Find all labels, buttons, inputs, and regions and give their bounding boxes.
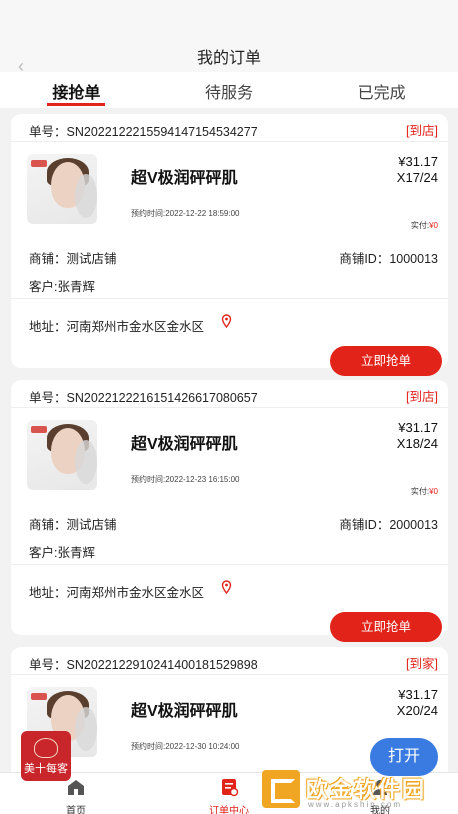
tabbar-label: 订单中心 <box>209 806 249 814</box>
service-type-tag: [到店] <box>406 390 438 404</box>
shop-id: 商铺ID：2000013 <box>339 518 438 532</box>
service-type-tag: [到店] <box>406 124 438 138</box>
product-quantity: X18/24 <box>396 436 438 451</box>
watermark-url: www.apkshin.com <box>308 800 403 809</box>
location-pin-icon[interactable] <box>221 580 232 594</box>
home-icon <box>68 780 84 795</box>
address: 地址：河南郑州市金水区金水区 <box>29 586 205 600</box>
location-pin-icon[interactable] <box>221 314 232 328</box>
order-list[interactable]: 单号：SN20221222155941471545342​77 [到店] 超V极… <box>0 108 458 772</box>
product-price: ¥31.17 <box>398 154 438 169</box>
tab-pending-service[interactable]: 待服务 <box>153 72 306 108</box>
paid-amount: 实付:¥0 <box>410 221 438 230</box>
brand-logo-icon <box>31 160 47 167</box>
address: 地址：河南郑州市金水区金水区 <box>29 320 205 334</box>
grab-order-button[interactable]: 立即抢单 <box>330 346 442 376</box>
brand-logo-icon <box>31 426 47 433</box>
paid-amount: 实付:¥0 <box>410 487 438 496</box>
appointment-time: 预约时间:2022-12-30 10:24:00 <box>131 742 240 751</box>
product-image <box>27 154 97 224</box>
order-card: 单号：SN20221222161514266170806​57 [到店] 超V极… <box>11 380 448 642</box>
service-type-tag: [到家] <box>406 657 438 671</box>
appointment-time: 预约时间:2022-12-22 18:59:00 <box>131 209 240 218</box>
app-logo-badge[interactable]: 美十每客 <box>21 731 71 781</box>
tab-grab-orders[interactable]: 接抢单 <box>0 72 153 108</box>
customer-name: 客户:张青辉 <box>29 546 95 560</box>
shop-id: 商铺ID：1000013 <box>339 252 438 266</box>
tabbar-item-order-center[interactable]: 订单中心 <box>189 773 269 814</box>
product-quantity: X17/24 <box>396 170 438 185</box>
product-name: 超V极润砰砰肌 <box>131 170 238 187</box>
product-quantity: X20/24 <box>396 703 438 718</box>
order-number: 单号：SN20221222155941471545342​77 <box>29 125 258 139</box>
header: ‹ 我的订单 <box>0 0 458 76</box>
product-image <box>27 420 97 490</box>
tab-completed[interactable]: 已完成 <box>305 72 458 108</box>
product-row[interactable]: 超V极润砰砰肌 预约时间:2022-12-23 16:15:00 ¥31.17 … <box>11 408 448 498</box>
product-price: ¥31.17 <box>398 420 438 435</box>
logo-crest-icon <box>34 738 58 758</box>
watermark: 欧金软件园 www.apkshin.com <box>258 766 456 814</box>
product-row[interactable]: 超V极润砰砰肌 预约时间:2022-12-22 18:59:00 ¥31.17 … <box>11 142 448 232</box>
customer-name: 客户:张青辉 <box>29 280 95 294</box>
product-name: 超V极润砰砰肌 <box>131 703 238 720</box>
watermark-logo-icon <box>262 770 300 808</box>
product-price: ¥31.17 <box>398 687 438 702</box>
brand-logo-icon <box>31 693 47 700</box>
app-logo-name: 美十每客 <box>24 762 68 775</box>
order-card: 单号：SN20221222155941471545342​77 [到店] 超V极… <box>11 114 448 376</box>
tabbar-label: 首页 <box>66 806 86 814</box>
order-center-icon <box>222 779 239 797</box>
order-number: 单号：SN20221222161514266170806​57 <box>29 391 258 405</box>
product-name: 超V极润砰砰肌 <box>131 436 238 453</box>
order-tabs: 接抢单 待服务 已完成 <box>0 72 458 108</box>
page-title: 我的订单 <box>196 50 261 67</box>
grab-order-button[interactable]: 立即抢单 <box>330 612 442 642</box>
order-number: 单号：SN20221229102414001815298​98 <box>29 658 258 672</box>
shop-name: 商铺：测试店铺 <box>29 518 117 532</box>
shop-name: 商铺：测试店铺 <box>29 252 117 266</box>
appointment-time: 预约时间:2022-12-23 16:15:00 <box>131 475 240 484</box>
